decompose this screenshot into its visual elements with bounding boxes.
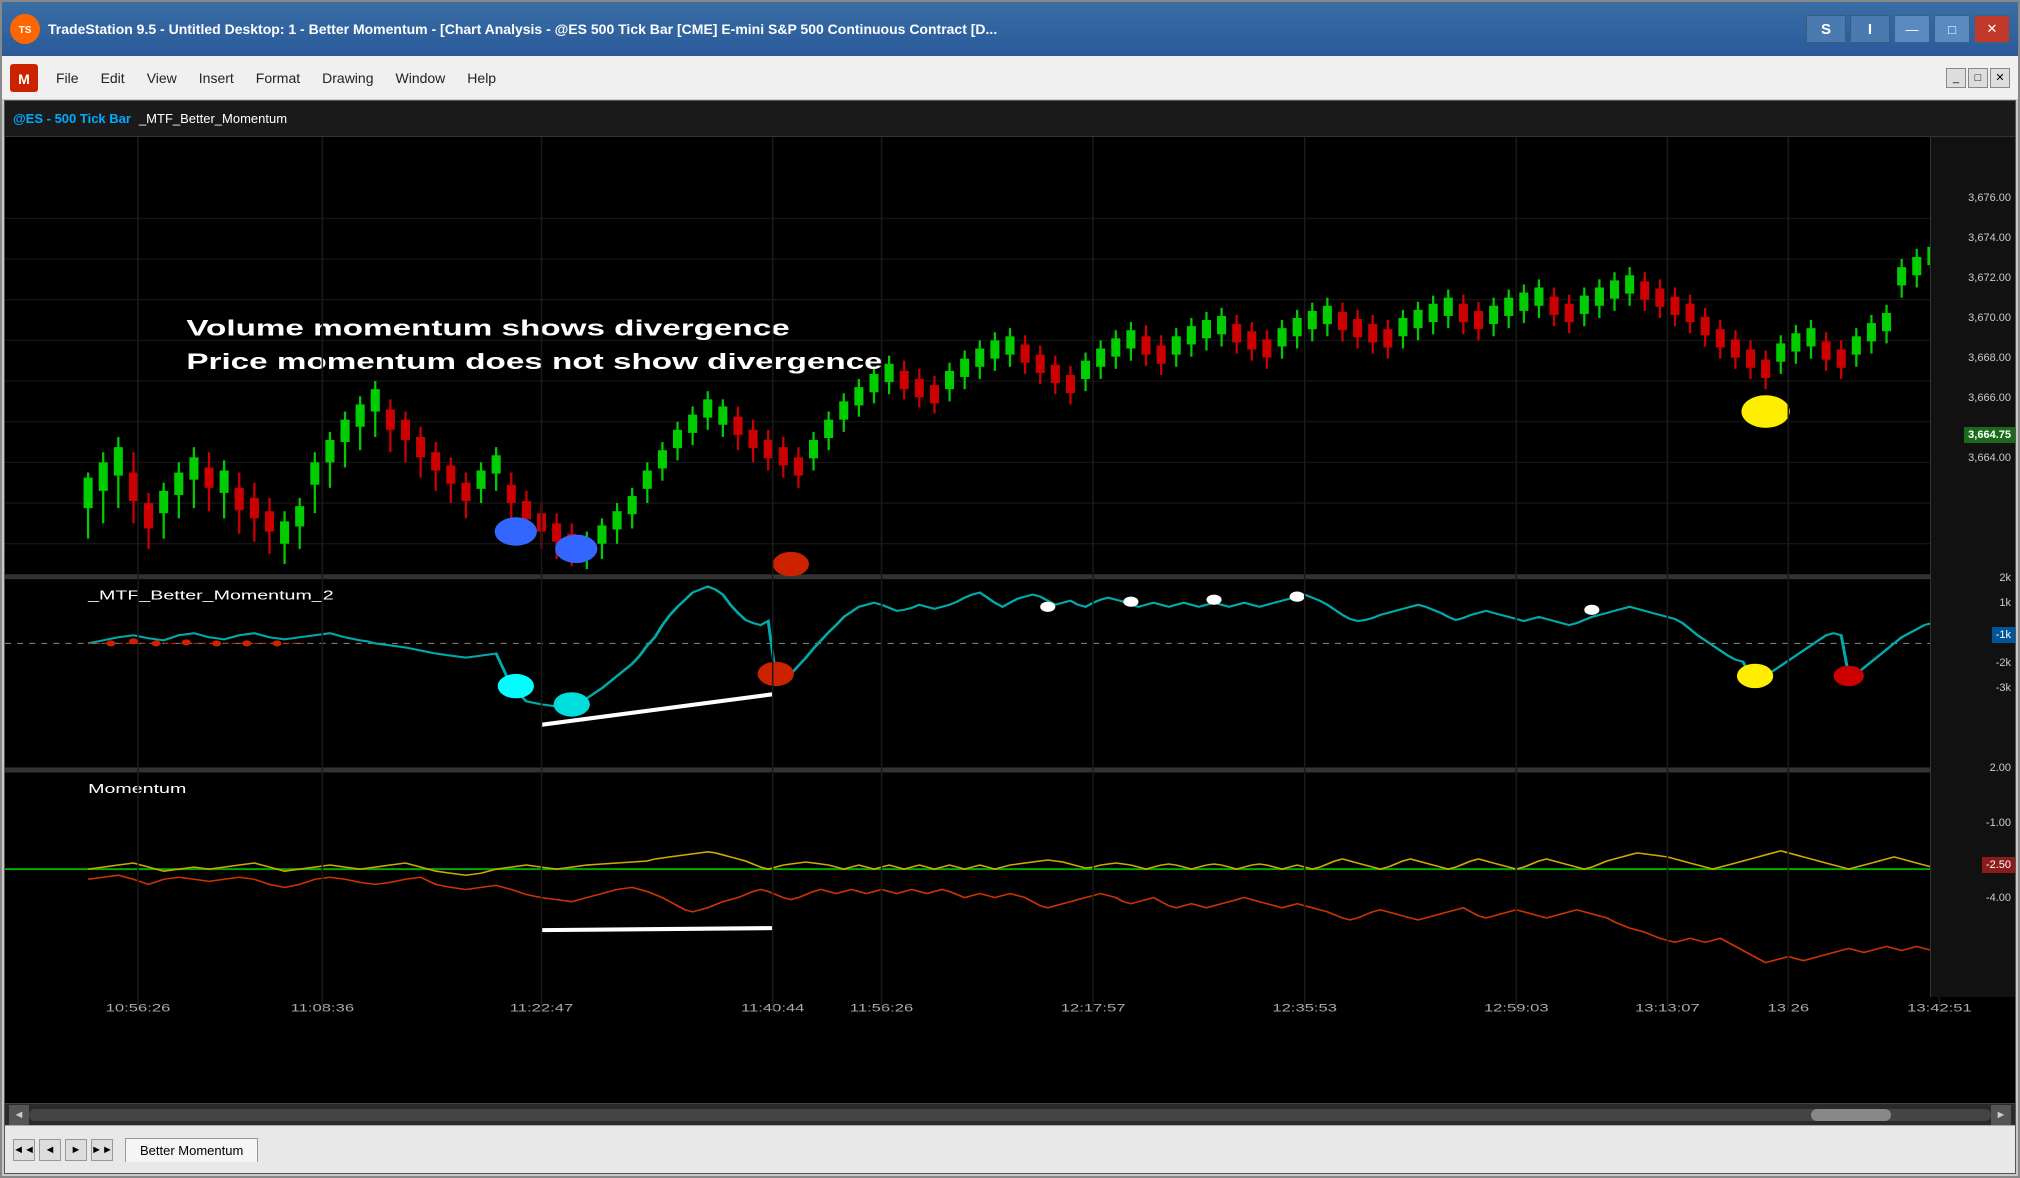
nav-first[interactable]: ◄◄ (13, 1139, 35, 1161)
chart-svg: Volume momentum shows divergence Price m… (5, 137, 2015, 1103)
minimize-button[interactable]: — (1894, 15, 1930, 43)
cyan-dot-1 (498, 674, 534, 698)
window-title: TradeStation 9.5 - Untitled Desktop: 1 -… (48, 21, 1798, 37)
red-dot-1 (773, 552, 809, 576)
scrollbar[interactable]: ◄ ► (5, 1103, 2015, 1125)
yellow-dot-1 (1741, 395, 1789, 428)
chart-header: @ES - 500 Tick Bar _MTF_Better_Momentum (5, 101, 2015, 137)
annotation-line1: Volume momentum shows divergence (186, 316, 789, 341)
chart-indicator: _MTF_Better_Momentum (139, 111, 287, 126)
white-dot-3 (1206, 595, 1221, 605)
inner-maximize[interactable]: □ (1968, 68, 1988, 88)
bottom-bar: ◄◄ ◄ ► ►► Better Momentum (5, 1125, 2015, 1173)
pm-current: -2.50 (1982, 857, 2015, 873)
menu-insert[interactable]: Insert (189, 66, 244, 90)
s-button[interactable]: S (1806, 15, 1846, 43)
yellow-dot-2 (1737, 664, 1773, 688)
close-button[interactable]: ✕ (1974, 15, 2010, 43)
blue-dot-1 (495, 517, 537, 545)
chart-tab[interactable]: Better Momentum (125, 1138, 258, 1162)
divergence-line-2 (542, 928, 773, 930)
chart-canvas[interactable]: Volume momentum shows divergence Price m… (5, 137, 2015, 1103)
pm-m1: -1.00 (1986, 817, 2011, 829)
price-3666: 3,666.00 (1968, 392, 2011, 404)
scroll-track[interactable] (29, 1109, 1991, 1121)
app-logo: TS (10, 14, 40, 44)
mom-1k: 1k (1999, 597, 2011, 609)
i-button[interactable]: I (1850, 15, 1890, 43)
menu-bar: M File Edit View Insert Format Drawing W… (2, 56, 2018, 100)
red-dot-3 (1834, 666, 1864, 686)
main-window: TS TradeStation 9.5 - Untitled Desktop: … (0, 0, 2020, 1178)
title-bar: TS TradeStation 9.5 - Untitled Desktop: … (2, 2, 2018, 56)
annotation-line2: Price momentum does not show divergence (186, 349, 882, 374)
scroll-right[interactable]: ► (1991, 1105, 2011, 1125)
chart-window: @ES - 500 Tick Bar _MTF_Better_Momentum (4, 100, 2016, 1174)
title-controls: S I — □ ✕ (1806, 15, 2010, 43)
price-scale: 3,676.00 3,674.00 3,672.00 3,670.00 3,66… (1930, 137, 2015, 997)
price-3674: 3,674.00 (1968, 232, 2011, 244)
menu-logo: M (10, 64, 38, 92)
panel3-label: Momentum (88, 781, 186, 796)
mom-current: -1k (1992, 627, 2015, 643)
inner-minimize[interactable]: _ (1946, 68, 1966, 88)
nav-last[interactable]: ►► (91, 1139, 113, 1161)
price-3672: 3,672.00 (1968, 272, 2011, 284)
nav-next[interactable]: ► (65, 1139, 87, 1161)
price-3676: 3,676.00 (1968, 192, 2011, 204)
price-3664: 3,664.00 (1968, 452, 2011, 464)
cyan-dot-2 (554, 692, 590, 716)
chart-area: Volume momentum shows divergence Price m… (5, 137, 2015, 1103)
menu-file[interactable]: File (46, 66, 89, 90)
mom-m2k: -2k (1996, 657, 2011, 669)
mom-m3k: -3k (1996, 682, 2011, 694)
menu-format[interactable]: Format (246, 66, 310, 90)
svg-text:M: M (18, 71, 30, 87)
scroll-left[interactable]: ◄ (9, 1105, 29, 1125)
blue-dot-2 (555, 535, 597, 563)
nav-prev[interactable]: ◄ (39, 1139, 61, 1161)
price-3670: 3,670.00 (1968, 312, 2011, 324)
white-dot-1 (1040, 602, 1055, 612)
red-dot-2 (758, 662, 794, 686)
svg-text:TS: TS (19, 25, 32, 36)
white-dot-2 (1123, 597, 1138, 607)
menu-view[interactable]: View (137, 66, 187, 90)
menu-edit[interactable]: Edit (91, 66, 135, 90)
menu-window[interactable]: Window (386, 66, 456, 90)
pm-m4: -4.00 (1986, 892, 2011, 904)
mom-2k: 2k (1999, 572, 2011, 584)
scroll-thumb[interactable] (1811, 1109, 1891, 1121)
white-dot-5 (1584, 605, 1599, 615)
price-3668: 3,668.00 (1968, 352, 2011, 364)
maximize-button[interactable]: □ (1934, 15, 1970, 43)
price-current: 3,664.75 (1964, 427, 2015, 443)
menu-help[interactable]: Help (457, 66, 506, 90)
inner-close[interactable]: ✕ (1990, 68, 2010, 88)
menu-drawing[interactable]: Drawing (312, 66, 383, 90)
panel2-label: _MTF_Better_Momentum_2 (87, 588, 334, 603)
pm-2: 2.00 (1990, 762, 2011, 774)
chart-symbol: @ES - 500 Tick Bar (13, 111, 131, 126)
white-dot-4 (1290, 592, 1305, 602)
